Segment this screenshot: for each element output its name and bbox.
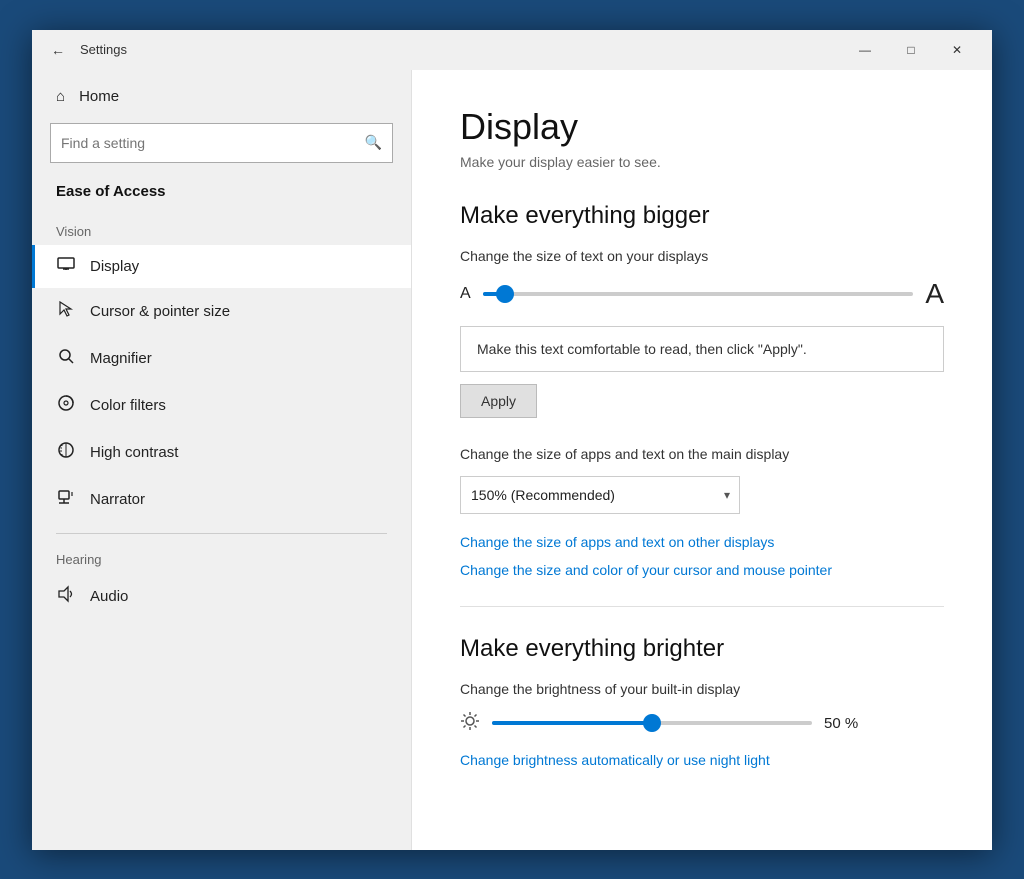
link-other-displays[interactable]: Change the size of apps and text on othe… bbox=[460, 534, 944, 550]
display-icon bbox=[56, 257, 76, 276]
home-icon: ⌂ bbox=[56, 88, 65, 105]
search-input[interactable] bbox=[61, 135, 365, 151]
sidebar-item-display-label: Display bbox=[90, 258, 139, 275]
brightness-slider-fill bbox=[492, 721, 652, 725]
cursor-icon bbox=[56, 300, 76, 323]
search-box[interactable]: 🔍 bbox=[50, 123, 393, 163]
page-title: Display bbox=[460, 106, 944, 148]
sidebar-section-vision: Vision bbox=[32, 216, 411, 245]
text-preview-box: Make this text comfortable to read, then… bbox=[460, 326, 944, 372]
sidebar-item-magnifier-label: Magnifier bbox=[90, 350, 152, 367]
brightness-slider-row: 50 % bbox=[460, 711, 944, 736]
text-size-slider-row: A A bbox=[460, 278, 944, 310]
link-night-light[interactable]: Change brightness automatically or use n… bbox=[460, 752, 944, 768]
home-label: Home bbox=[79, 88, 119, 105]
settings-window: ← Settings — □ ✕ ⌂ Home 🔍 Ease of Access bbox=[32, 30, 992, 850]
slider-small-a: A bbox=[460, 285, 471, 303]
sidebar-item-home[interactable]: ⌂ Home bbox=[32, 70, 411, 123]
display-scale-select[interactable]: 100% 125% 150% (Recommended) 175% 200% bbox=[460, 476, 740, 514]
brightness-label: Change the brightness of your built-in d… bbox=[460, 681, 944, 697]
brightness-icon bbox=[460, 711, 480, 736]
maximize-button[interactable]: □ bbox=[888, 34, 934, 66]
sidebar-item-audio[interactable]: Audio bbox=[32, 573, 411, 620]
brightness-slider-thumb[interactable] bbox=[643, 714, 661, 732]
page-subtitle: Make your display easier to see. bbox=[460, 154, 944, 170]
change-size-label: Change the size of text on your displays bbox=[460, 248, 944, 264]
sidebar-section-hearing: Hearing bbox=[32, 544, 411, 573]
sidebar-item-narrator-label: Narrator bbox=[90, 491, 145, 508]
magnifier-icon bbox=[56, 347, 76, 370]
text-preview-content: Make this text comfortable to read, then… bbox=[477, 341, 807, 357]
sidebar-item-cursor[interactable]: Cursor & pointer size bbox=[32, 288, 411, 335]
apply-button[interactable]: Apply bbox=[460, 384, 537, 418]
audio-icon bbox=[56, 585, 76, 608]
slider-large-a: A bbox=[925, 278, 944, 310]
back-button[interactable]: ← bbox=[44, 36, 72, 64]
brightness-slider-track[interactable] bbox=[492, 721, 812, 725]
sidebar-item-display[interactable]: Display bbox=[32, 245, 411, 288]
text-size-slider-thumb[interactable] bbox=[496, 285, 514, 303]
sidebar-item-narrator[interactable]: Narrator bbox=[32, 476, 411, 523]
sidebar-divider bbox=[56, 533, 387, 534]
window-title: Settings bbox=[80, 42, 842, 57]
main-content: Display Make your display easier to see.… bbox=[412, 70, 992, 850]
brightness-value: 50 % bbox=[824, 715, 872, 732]
section1-title: Make everything bigger bbox=[460, 202, 944, 230]
high-contrast-icon bbox=[56, 441, 76, 464]
sidebar-item-color-filters[interactable]: Color filters bbox=[32, 382, 411, 429]
close-button[interactable]: ✕ bbox=[934, 34, 980, 66]
text-size-slider-track[interactable] bbox=[483, 292, 914, 296]
back-icon: ← bbox=[51, 42, 65, 58]
sidebar-item-magnifier[interactable]: Magnifier bbox=[32, 335, 411, 382]
sidebar-category: Ease of Access bbox=[32, 183, 411, 206]
window-controls: — □ ✕ bbox=[842, 34, 980, 66]
sidebar: ⌂ Home 🔍 Ease of Access Vision bbox=[32, 70, 412, 850]
minimize-button[interactable]: — bbox=[842, 34, 888, 66]
color-filters-icon bbox=[56, 394, 76, 417]
section-divider bbox=[460, 606, 944, 607]
sidebar-item-color-filters-label: Color filters bbox=[90, 397, 166, 414]
sidebar-item-cursor-label: Cursor & pointer size bbox=[90, 303, 230, 320]
change-apps-label: Change the size of apps and text on the … bbox=[460, 446, 944, 462]
sidebar-item-high-contrast[interactable]: High contrast bbox=[32, 429, 411, 476]
sidebar-item-high-contrast-label: High contrast bbox=[90, 444, 178, 461]
link-cursor-color[interactable]: Change the size and color of your cursor… bbox=[460, 562, 944, 578]
search-icon: 🔍 bbox=[365, 134, 382, 151]
narrator-icon bbox=[56, 488, 76, 511]
title-bar: ← Settings — □ ✕ bbox=[32, 30, 992, 70]
window-body: ⌂ Home 🔍 Ease of Access Vision bbox=[32, 70, 992, 850]
section2-title: Make everything brighter bbox=[460, 635, 944, 663]
sidebar-item-audio-label: Audio bbox=[90, 588, 128, 605]
display-scale-dropdown-container[interactable]: 100% 125% 150% (Recommended) 175% 200% ▾ bbox=[460, 476, 740, 514]
